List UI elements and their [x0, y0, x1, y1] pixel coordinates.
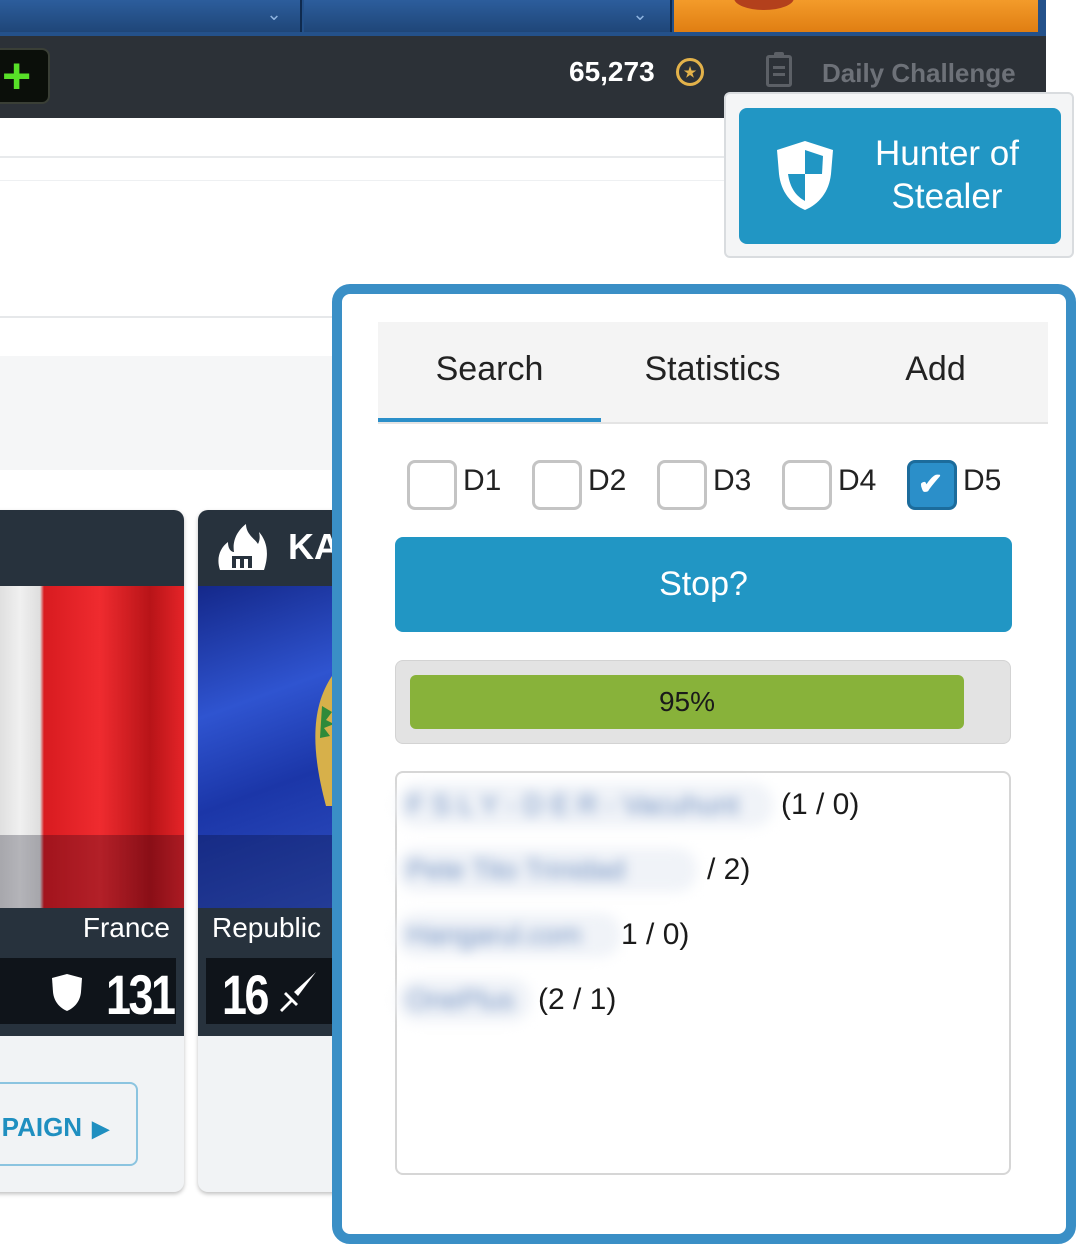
- fire-icon: [218, 524, 267, 570]
- shield-icon: [52, 974, 82, 1011]
- campaign-button-label: MPAIGN: [0, 1112, 83, 1142]
- result-count: (1 / 0): [781, 788, 860, 821]
- plus-icon: +: [2, 48, 32, 104]
- checkbox-d2[interactable]: [532, 460, 582, 510]
- shield-icon: [777, 141, 833, 210]
- checkbox-d3[interactable]: [657, 460, 707, 510]
- defense-value: 131: [106, 963, 176, 1026]
- daily-challenge-link[interactable]: Daily Challenge: [822, 58, 1016, 89]
- check-icon: ✔: [918, 468, 944, 501]
- orange-banner[interactable]: [674, 0, 1038, 32]
- attack-value: 16: [222, 963, 269, 1026]
- content-area: [0, 356, 340, 470]
- nav-dropdown-1[interactable]: [0, 0, 302, 32]
- checkbox-d5[interactable]: ✔: [907, 460, 957, 510]
- result-count: 1 / 0): [621, 918, 690, 951]
- stop-button[interactable]: Stop?: [395, 537, 1012, 632]
- chevron-down-icon: ⌄: [632, 4, 648, 24]
- checkbox-d4[interactable]: [782, 460, 832, 510]
- faction-card-france[interactable]: France 131 MPAIGN ▶: [0, 510, 184, 1192]
- top-nav-strip: ⌄ ⌄: [0, 0, 1046, 36]
- coin-icon: ★: [676, 58, 704, 86]
- player-name-redacted: Pete Tito Trinidad: [397, 848, 697, 892]
- panel-tabs: Search Statistics Add: [378, 322, 1048, 422]
- card-header: [0, 510, 184, 586]
- tabs-divider: [378, 422, 1048, 424]
- tab-search[interactable]: Search: [378, 322, 601, 422]
- checkbox-d3-label: D3: [713, 464, 752, 497]
- progress-label: 95%: [658, 686, 716, 717]
- tab-statistics[interactable]: Statistics: [601, 322, 824, 422]
- sword-icon: [280, 972, 316, 1012]
- hunter-button-label: Hunter of Stealer: [875, 134, 1019, 216]
- result-count: / 2): [707, 853, 751, 886]
- play-icon: ▶: [92, 1116, 109, 1141]
- player-name-redacted: OnePlus: [397, 978, 531, 1022]
- checkbox-d5-label: D5: [963, 464, 1002, 497]
- player-name-redacted: F S L Y - D E R - Vacuhunt: [397, 783, 773, 827]
- flag-shadow: [0, 835, 184, 908]
- result-count: (2 / 1): [538, 983, 617, 1016]
- search-progress-bar: 95%: [395, 660, 1011, 744]
- nav-dropdown-2[interactable]: [304, 0, 672, 32]
- hunter-of-stealer-button[interactable]: Hunter of Stealer: [739, 108, 1061, 244]
- checkbox-d1-label: D1: [463, 464, 502, 497]
- faction-name: France: [82, 912, 170, 943]
- player-name-redacted: Hangarul.com: [397, 913, 621, 957]
- faction-name: Republic: [212, 912, 321, 943]
- results-list[interactable]: F S L Y - D E R - Vacuhunt (1 / 0) Pete …: [395, 771, 1011, 1175]
- defense-stat: 131: [0, 958, 176, 1026]
- add-button[interactable]: +: [0, 48, 50, 104]
- checkbox-d4-label: D4: [838, 464, 877, 497]
- campaign-button[interactable]: MPAIGN ▶: [0, 1082, 138, 1166]
- coin-count: 65,273: [569, 56, 655, 87]
- divider: [0, 316, 340, 318]
- tab-add[interactable]: Add: [824, 322, 1047, 422]
- clipboard-check-icon[interactable]: [766, 52, 792, 87]
- chevron-down-icon: ⌄: [266, 4, 282, 24]
- checkbox-d1[interactable]: [407, 460, 457, 510]
- checkbox-d2-label: D2: [588, 464, 627, 497]
